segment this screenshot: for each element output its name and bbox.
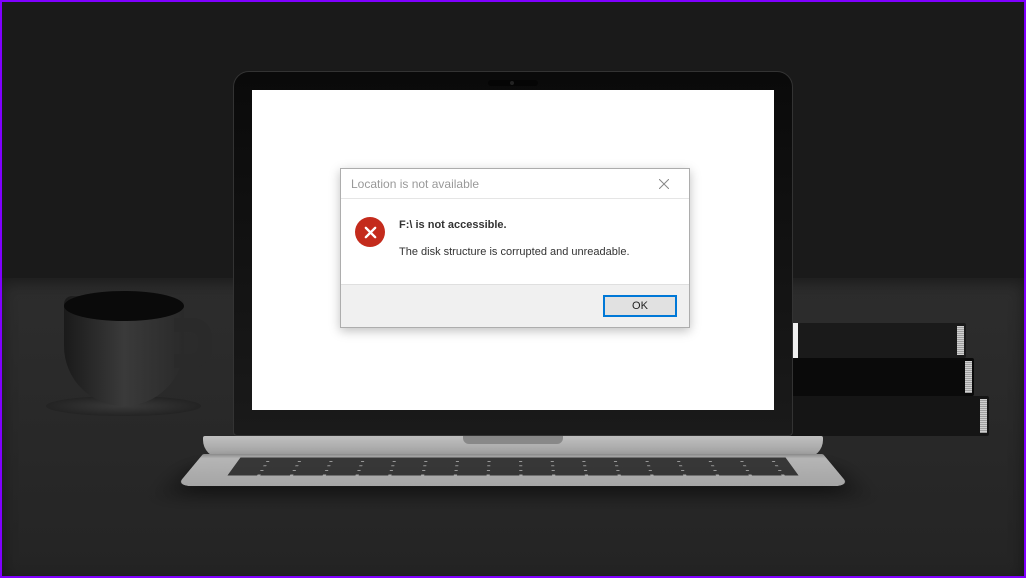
coffee-mug <box>64 276 204 416</box>
error-icon <box>355 217 385 247</box>
laptop: Location is not available <box>203 71 823 521</box>
close-icon <box>659 179 669 189</box>
ok-button[interactable]: OK <box>603 295 677 317</box>
scene-photo: Location is not available <box>2 2 1024 576</box>
dialog-titlebar[interactable]: Location is not available <box>341 169 689 199</box>
webcam <box>488 80 538 86</box>
error-message-primary: F:\ is not accessible. <box>399 217 630 234</box>
dialog-footer: OK <box>341 284 689 327</box>
laptop-display: Location is not available <box>252 90 774 410</box>
close-button[interactable] <box>644 170 684 198</box>
laptop-keyboard <box>176 454 849 486</box>
dialog-messages: F:\ is not accessible. The disk structur… <box>399 217 630 260</box>
dialog-body: F:\ is not accessible. The disk structur… <box>341 199 689 284</box>
dialog-title: Location is not available <box>351 177 479 191</box>
error-message-secondary: The disk structure is corrupted and unre… <box>399 244 630 261</box>
laptop-bezel: Location is not available <box>233 71 793 436</box>
error-dialog: Location is not available <box>340 168 690 328</box>
